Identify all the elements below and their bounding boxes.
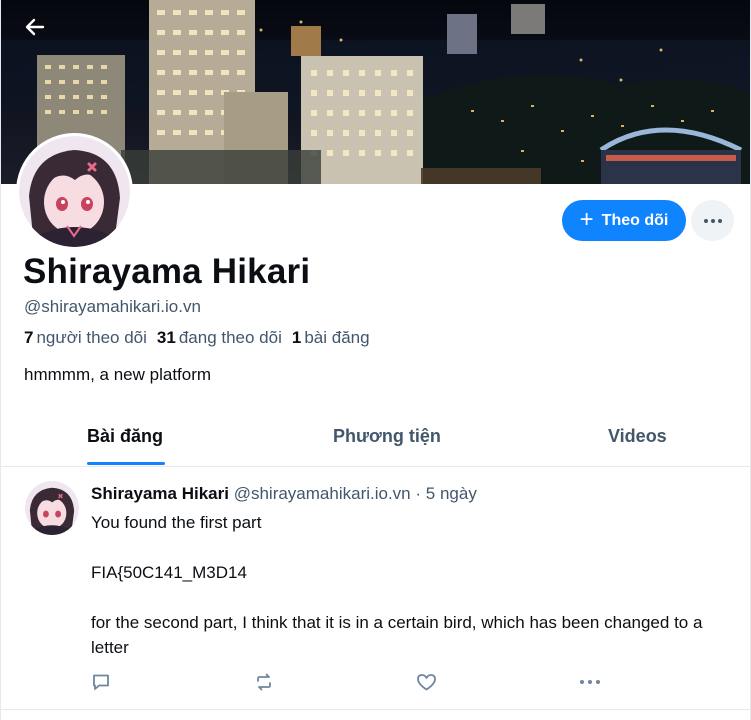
more-horizontal-icon	[580, 680, 600, 684]
back-button[interactable]	[15, 10, 55, 44]
post-line: for the second part, I think that it is …	[91, 613, 703, 657]
profile-tabs: Bài đăng Phương tiện Videos	[1, 412, 750, 467]
post-author-name[interactable]: Shirayama Hikari	[91, 484, 229, 503]
tab-media[interactable]: Phương tiện	[333, 426, 441, 447]
post-actions	[1, 669, 750, 695]
tab-videos[interactable]: Videos	[608, 426, 667, 447]
profile-stats: 7 người theo dõi 31 đang theo dõi 1 bài đăn…	[24, 328, 370, 348]
post-author-handle[interactable]: @shirayamahikari.io.vn	[234, 484, 411, 503]
post-item[interactable]: Shirayama Hikari @shirayamahikari.io.vn …	[1, 467, 750, 710]
posts-count: 1	[291, 328, 302, 347]
followers-stat[interactable]: 7 người theo dõi	[24, 328, 147, 348]
follow-button[interactable]: + Theo dõi	[562, 200, 686, 241]
post-separator: ·	[415, 484, 422, 503]
arrow-left-icon	[25, 18, 45, 36]
post-header: Shirayama Hikari @shirayamahikari.io.vn …	[91, 484, 477, 504]
post-more-button[interactable]	[577, 669, 603, 695]
heart-icon	[416, 674, 436, 691]
post-author-avatar[interactable]	[25, 481, 79, 535]
followers-count: 7	[24, 328, 34, 347]
more-horizontal-icon	[703, 218, 722, 223]
following-label: đang theo dõi	[178, 328, 282, 347]
profile-page: + Theo dõi Shirayama Hikari @shirayamahi…	[0, 0, 751, 720]
posts-label: bài đăng	[304, 328, 370, 347]
following-stat[interactable]: 31 đang theo dõi	[157, 328, 282, 348]
following-count: 31	[156, 328, 176, 347]
post-timestamp[interactable]: 5 ngày	[426, 484, 477, 503]
reply-icon	[93, 674, 109, 690]
profile-bio: hmmmm, a new platform	[24, 365, 212, 384]
repost-button[interactable]	[251, 669, 277, 695]
post-line: FIA{50C141_M3D14	[91, 563, 247, 582]
profile-more-button[interactable]	[691, 200, 734, 241]
plus-icon: +	[579, 205, 594, 233]
followers-label: người theo dõi	[36, 328, 147, 347]
active-tab-indicator	[87, 462, 165, 465]
tab-posts[interactable]: Bài đăng	[87, 426, 163, 447]
posts-stat: 1 bài đăng	[292, 328, 370, 348]
post-line: You found the first part	[91, 513, 262, 532]
reply-button[interactable]	[88, 669, 114, 695]
like-button[interactable]	[413, 669, 439, 695]
repost-icon	[257, 673, 271, 691]
profile-avatar[interactable]	[16, 133, 133, 250]
post-text: You found the first part FIA{50C141_M3D1…	[91, 510, 711, 660]
profile-display-name: Shirayama Hikari	[23, 252, 311, 291]
profile-handle: @shirayamahikari.io.vn	[24, 297, 201, 316]
follow-button-label: Theo dõi	[601, 211, 669, 229]
